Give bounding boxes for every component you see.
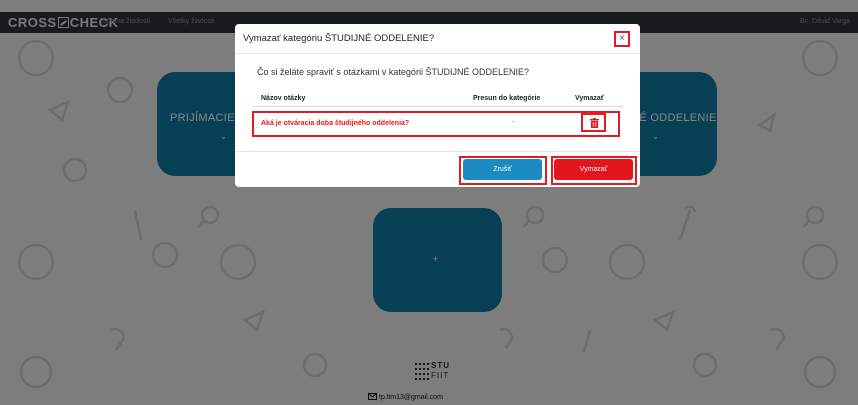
close-icon: × xyxy=(619,33,625,44)
dialog-footer-divider xyxy=(235,151,640,152)
delete-category-dialog: Vymazať kategóriu ŠTUDIJNÉ ODDELENIE? × … xyxy=(235,24,640,187)
dialog-header: Vymazať kategóriu ŠTUDIJNÉ ODDELENIE? × xyxy=(235,24,640,54)
column-header-move: Presun do kategórie xyxy=(473,95,541,102)
row-move-category[interactable]: - xyxy=(512,119,514,126)
delete-button[interactable]: Vymazať xyxy=(554,159,633,180)
table-header-divider xyxy=(253,106,623,107)
column-header-delete: Vymazať xyxy=(575,95,605,102)
row-question-text: Aká je otváracia doba študijného oddelen… xyxy=(261,120,410,127)
delete-question-button[interactable] xyxy=(581,113,606,132)
close-button[interactable]: × xyxy=(614,31,630,47)
dialog-question: Čo si želáte spraviť s otázkami v kategó… xyxy=(257,67,529,77)
trash-icon xyxy=(590,118,599,128)
dialog-title: Vymazať kategóriu ŠTUDIJNÉ ODDELENIE? xyxy=(243,33,435,44)
cancel-button[interactable]: Zrušiť xyxy=(463,159,542,180)
column-header-question: Názov otázky xyxy=(261,95,306,102)
